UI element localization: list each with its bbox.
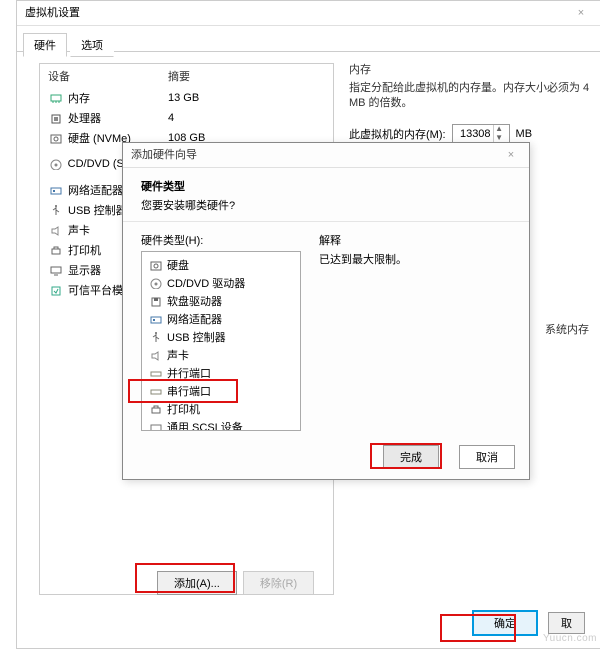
cd-icon xyxy=(48,157,64,171)
hardware-type-list[interactable]: 硬盘 CD/DVD 驱动器软盘驱动器网络适配器 USB 控制器声卡并行端口串行端口打… xyxy=(141,251,301,431)
nic-icon xyxy=(48,183,64,197)
hardware-type-item[interactable]: 硬盘 xyxy=(148,256,294,274)
hardware-type-item[interactable]: CD/DVD 驱动器 xyxy=(148,274,294,292)
device-summary: 13 GB xyxy=(168,92,199,104)
nic-icon xyxy=(148,313,164,326)
titlebar: 虚拟机设置 × xyxy=(17,1,600,26)
printer-icon xyxy=(148,403,164,416)
device-name: 内存 xyxy=(68,90,168,106)
remove-button: 移除(R) xyxy=(243,571,314,595)
memory-input[interactable] xyxy=(453,127,493,141)
tab-hardware[interactable]: 硬件 xyxy=(23,33,67,57)
hardware-type-name: 网络适配器 xyxy=(167,311,222,327)
wizard-cancel-button[interactable]: 取消 xyxy=(459,445,515,469)
sound-icon xyxy=(148,349,164,362)
wizard-titlebar: 添加硬件向导 × xyxy=(123,143,529,168)
hardware-type-name: 打印机 xyxy=(167,401,200,417)
group-memory-title: 内存 xyxy=(349,61,599,77)
tab-options[interactable]: 选项 xyxy=(70,33,114,57)
disk-icon xyxy=(148,259,164,272)
window-close-button[interactable]: × xyxy=(561,1,600,25)
hardware-type-item[interactable]: USB 控制器 xyxy=(148,328,294,346)
hardware-type-item[interactable]: 通用 SCSI 设备 xyxy=(148,418,294,431)
cd-icon xyxy=(148,277,164,290)
wizard-head-title: 硬件类型 xyxy=(141,178,511,194)
explain-text: 已达到最大限制。 xyxy=(319,251,511,267)
finish-button[interactable]: 完成 xyxy=(383,445,439,469)
cancel-button[interactable]: 取 xyxy=(548,612,585,634)
sound-icon xyxy=(48,223,64,237)
watermark: Yuucn.com xyxy=(543,633,597,644)
device-row[interactable]: 内存13 GB xyxy=(40,88,333,108)
memory-panel: 内存 指定分配给此虚拟机的内存量。内存大小必须为 4 MB 的倍数。 此虚拟机的… xyxy=(349,61,599,144)
hardware-type-item[interactable]: 打印机 xyxy=(148,400,294,418)
wizard-title: 添加硬件向导 xyxy=(131,143,197,167)
hardware-type-name: 声卡 xyxy=(167,347,189,363)
hardware-type-name: CD/DVD 驱动器 xyxy=(167,275,245,291)
device-list-header: 设备 摘要 xyxy=(40,64,333,88)
wizard-head-sub: 您要安装哪类硬件? xyxy=(141,197,511,213)
wizard-header: 硬件类型 您要安装哪类硬件? xyxy=(123,168,529,222)
hardware-type-name: 串行端口 xyxy=(167,383,211,399)
add-button[interactable]: 添加(A)... xyxy=(157,571,237,595)
hardware-type-item[interactable]: 网络适配器 xyxy=(148,310,294,328)
port-icon xyxy=(148,385,164,398)
window-title: 虚拟机设置 xyxy=(25,1,80,25)
memory-label: 此虚拟机的内存(M): xyxy=(349,126,446,142)
floppy-icon xyxy=(148,295,164,308)
system-memory-label: 系统内存 xyxy=(545,321,589,337)
device-row[interactable]: 处理器4 xyxy=(40,108,333,128)
printer-icon xyxy=(48,243,64,257)
port-icon xyxy=(148,367,164,380)
col-device: 设备 xyxy=(48,68,168,84)
hardware-type-name: 通用 SCSI 设备 xyxy=(167,419,243,431)
tpm-icon xyxy=(48,283,64,297)
memory-desc: 指定分配给此虚拟机的内存量。内存大小必须为 4 MB 的倍数。 xyxy=(349,81,599,112)
spinner-arrows[interactable]: ▲▼ xyxy=(493,125,505,143)
usb-icon xyxy=(48,203,64,217)
add-hardware-wizard: 添加硬件向导 × 硬件类型 您要安装哪类硬件? 硬件类型(H): 硬盘 CD/DV… xyxy=(122,142,530,480)
display-icon xyxy=(48,263,64,277)
scsi-icon xyxy=(148,421,164,432)
memory-unit: MB xyxy=(516,128,533,140)
hardware-type-name: USB 控制器 xyxy=(167,329,226,345)
hardware-type-name: 并行端口 xyxy=(167,365,211,381)
hardware-type-item[interactable]: 声卡 xyxy=(148,346,294,364)
device-summary: 4 xyxy=(168,112,174,124)
hardware-type-name: 软盘驱动器 xyxy=(167,293,222,309)
col-summary: 摘要 xyxy=(168,68,190,84)
hardware-type-label: 硬件类型(H): xyxy=(141,232,301,248)
device-name: 处理器 xyxy=(68,110,168,126)
tab-bar: 硬件 选项 xyxy=(17,26,600,52)
wizard-close-button[interactable]: × xyxy=(493,143,529,167)
hardware-type-item[interactable]: 软盘驱动器 xyxy=(148,292,294,310)
hardware-type-item[interactable]: 串行端口 xyxy=(148,382,294,400)
explain-label: 解释 xyxy=(319,232,511,248)
cpu-icon xyxy=(48,111,64,125)
disk-icon xyxy=(48,131,64,145)
add-remove-row: 添加(A)... 移除(R) xyxy=(157,571,314,595)
memory-icon xyxy=(48,91,64,105)
hardware-type-name: 硬盘 xyxy=(167,257,189,273)
usb-icon xyxy=(148,331,164,344)
ok-button[interactable]: 确定 xyxy=(472,610,538,636)
hardware-type-item[interactable]: 并行端口 xyxy=(148,364,294,382)
memory-spinner[interactable]: ▲▼ xyxy=(452,124,510,144)
